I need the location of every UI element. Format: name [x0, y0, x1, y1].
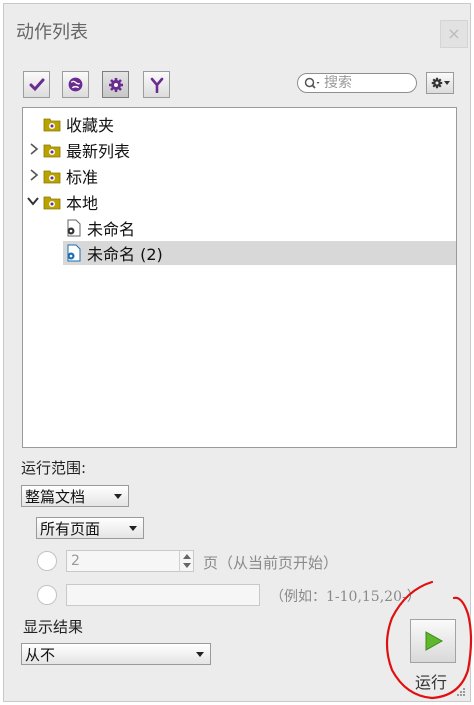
search-icon	[304, 77, 320, 89]
pages-dropdown-value: 所有页面	[40, 519, 101, 538]
chevron-right-icon[interactable]	[28, 143, 40, 155]
run-label: 运行	[415, 673, 448, 692]
scope-dropdown-value: 整篇文档	[25, 487, 86, 506]
chevron-right-icon[interactable]	[28, 169, 40, 181]
run-range-label: 运行范围:	[21, 459, 87, 477]
page-number-value: 2	[71, 553, 80, 569]
tree-item-label: 收藏夹	[66, 116, 115, 135]
action-file-icon	[67, 244, 81, 262]
toolbar-gear-button[interactable]	[102, 71, 129, 98]
folder-icon	[43, 144, 61, 158]
run-button[interactable]	[410, 619, 456, 663]
toolbar-globe-button[interactable]	[62, 71, 89, 98]
tree-item-latest[interactable]: 最新列表	[43, 138, 130, 162]
checkmark-icon	[29, 78, 44, 91]
toolbar-checkmark-button[interactable]	[23, 71, 50, 98]
search-input[interactable]	[324, 75, 412, 91]
chevron-down-icon[interactable]	[27, 195, 39, 207]
page-range-radio[interactable]	[37, 585, 57, 605]
scope-dropdown[interactable]: 整篇文档	[21, 485, 129, 507]
action-list-panel: 动作列表 × 搜索 收藏夹 最新列表 标准 本地 未命名 未命名 (2) 运行范…	[3, 3, 471, 702]
action-file-icon	[67, 219, 81, 237]
chevron-down-icon	[129, 526, 137, 531]
page-number-radio[interactable]	[37, 551, 57, 571]
gear-icon	[431, 77, 442, 89]
tree-item-local[interactable]: 本地	[43, 190, 98, 214]
tree-item-favorites[interactable]: 收藏夹	[43, 112, 114, 136]
page-number-stepper[interactable]: 2	[66, 550, 194, 572]
tree-item-label: 未命名	[87, 220, 136, 239]
show-results-dropdown[interactable]: 从不	[21, 643, 211, 665]
tree-item-label: 未命名 (2)	[87, 245, 163, 264]
tree-item-untitled-2[interactable]: 未命名 (2)	[63, 241, 456, 265]
range-example-label: （例如：1-10,15,20-）	[270, 589, 421, 605]
gear-icon	[108, 77, 123, 92]
tree-item-untitled[interactable]: 未命名	[65, 216, 135, 240]
tree-item-label: 标准	[66, 168, 99, 187]
folder-icon	[43, 196, 61, 210]
resize-grip-icon[interactable]	[456, 687, 466, 697]
folder-icon	[43, 118, 61, 132]
toolbar-branch-button[interactable]	[143, 71, 170, 98]
close-button[interactable]: ×	[440, 20, 468, 48]
pages-dropdown[interactable]: 所有页面	[36, 517, 144, 539]
chevron-down-icon	[114, 494, 122, 499]
branch-icon	[150, 77, 163, 93]
page-suffix-label: 页（从当前页开始）	[203, 554, 339, 572]
play-icon	[425, 631, 444, 651]
action-tree[interactable]: 收藏夹 最新列表 标准 本地 未命名 未命名 (2)	[22, 107, 457, 448]
tree-item-standard[interactable]: 标准	[43, 164, 98, 188]
page-range-input[interactable]	[66, 584, 260, 606]
stepper-up-icon[interactable]	[183, 554, 191, 559]
options-menu-button[interactable]	[426, 72, 454, 94]
stepper-arrows[interactable]	[179, 551, 193, 571]
panel-title: 动作列表	[16, 22, 88, 43]
globe-icon	[68, 77, 83, 92]
show-results-value: 从不	[25, 645, 56, 664]
search-field[interactable]	[297, 73, 417, 93]
tree-item-label: 本地	[66, 194, 99, 213]
chevron-down-icon	[443, 81, 450, 85]
chevron-down-icon	[196, 652, 204, 657]
stepper-down-icon[interactable]	[183, 563, 191, 568]
folder-icon	[43, 170, 61, 184]
tree-item-label: 最新列表	[66, 142, 131, 161]
show-results-label: 显示结果	[23, 618, 84, 636]
